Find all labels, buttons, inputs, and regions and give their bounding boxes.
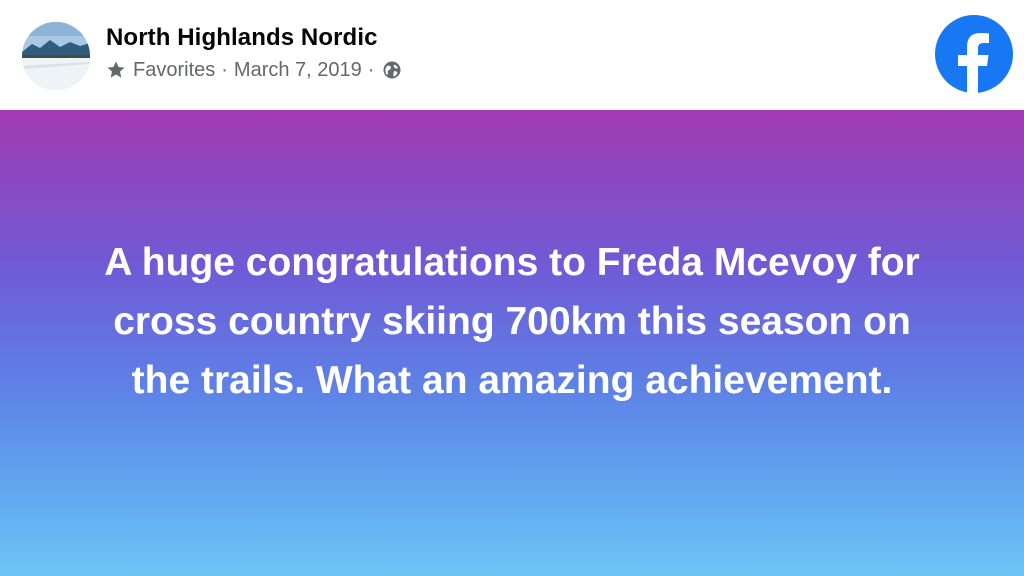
meta-separator: · xyxy=(221,58,228,81)
post-text: A huge congratulations to Freda Mcevoy f… xyxy=(40,233,984,410)
avatar-image xyxy=(22,22,90,90)
page-avatar[interactable] xyxy=(22,22,90,90)
star-icon xyxy=(106,60,126,80)
post-background: A huge congratulations to Freda Mcevoy f… xyxy=(0,110,1024,576)
post-date[interactable]: March 7, 2019 xyxy=(234,59,362,82)
post-text-line: cross country skiing 700km this season o… xyxy=(113,300,911,343)
meta-separator: · xyxy=(367,58,375,81)
audience-label[interactable]: Favorites xyxy=(133,59,215,82)
post-meta: Favorites · March 7, 2019 · xyxy=(106,58,402,82)
post-text-line: the trails. What an amazing achievement. xyxy=(131,359,893,402)
post-text-line: A huge congratulations to Freda Mcevoy f… xyxy=(104,241,920,284)
globe-icon[interactable] xyxy=(382,60,402,80)
facebook-post: North Highlands Nordic Favorites · March… xyxy=(0,0,1024,576)
post-header: North Highlands Nordic Favorites · March… xyxy=(0,0,1024,110)
page-name[interactable]: North Highlands Nordic xyxy=(106,24,378,52)
facebook-logo-icon xyxy=(934,14,1014,94)
